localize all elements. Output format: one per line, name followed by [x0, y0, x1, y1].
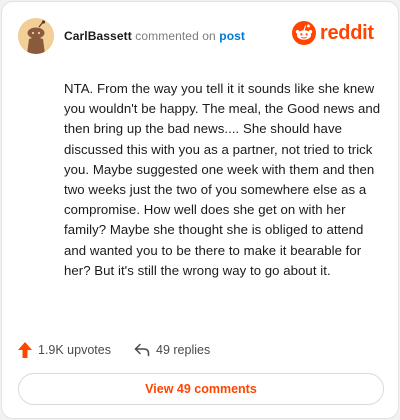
- snoo-avatar-icon: [18, 18, 54, 54]
- reddit-wordmark: reddit: [320, 22, 374, 44]
- reply-arrow-icon: [134, 343, 150, 357]
- post-link[interactable]: post: [219, 29, 245, 43]
- comment-stats: 1.9K upvotes 49 replies: [18, 340, 382, 360]
- comment-byline: CarlBassett commented on post: [64, 29, 245, 43]
- comment-body: NTA. From the way you tell it it sounds …: [64, 81, 381, 278]
- view-comments-button[interactable]: View 49 comments: [18, 373, 384, 405]
- upvote-count: 1.9K upvotes: [38, 343, 111, 357]
- reddit-logo[interactable]: reddit: [292, 21, 382, 49]
- comment-card: CarlBassett commented on post reddit NTA…: [1, 1, 399, 419]
- reddit-alien-icon: [292, 21, 316, 45]
- avatar[interactable]: [18, 18, 54, 54]
- upvote-arrow-icon: [18, 342, 32, 358]
- upvote-stat[interactable]: 1.9K upvotes: [18, 340, 111, 360]
- reply-count: 49 replies: [156, 343, 211, 357]
- action-text: commented on: [135, 29, 216, 43]
- username-link[interactable]: CarlBassett: [64, 29, 132, 43]
- replies-stat[interactable]: 49 replies: [134, 340, 210, 360]
- view-comments-label: View 49 comments: [145, 382, 257, 396]
- comment-header: CarlBassett commented on post reddit: [18, 18, 382, 54]
